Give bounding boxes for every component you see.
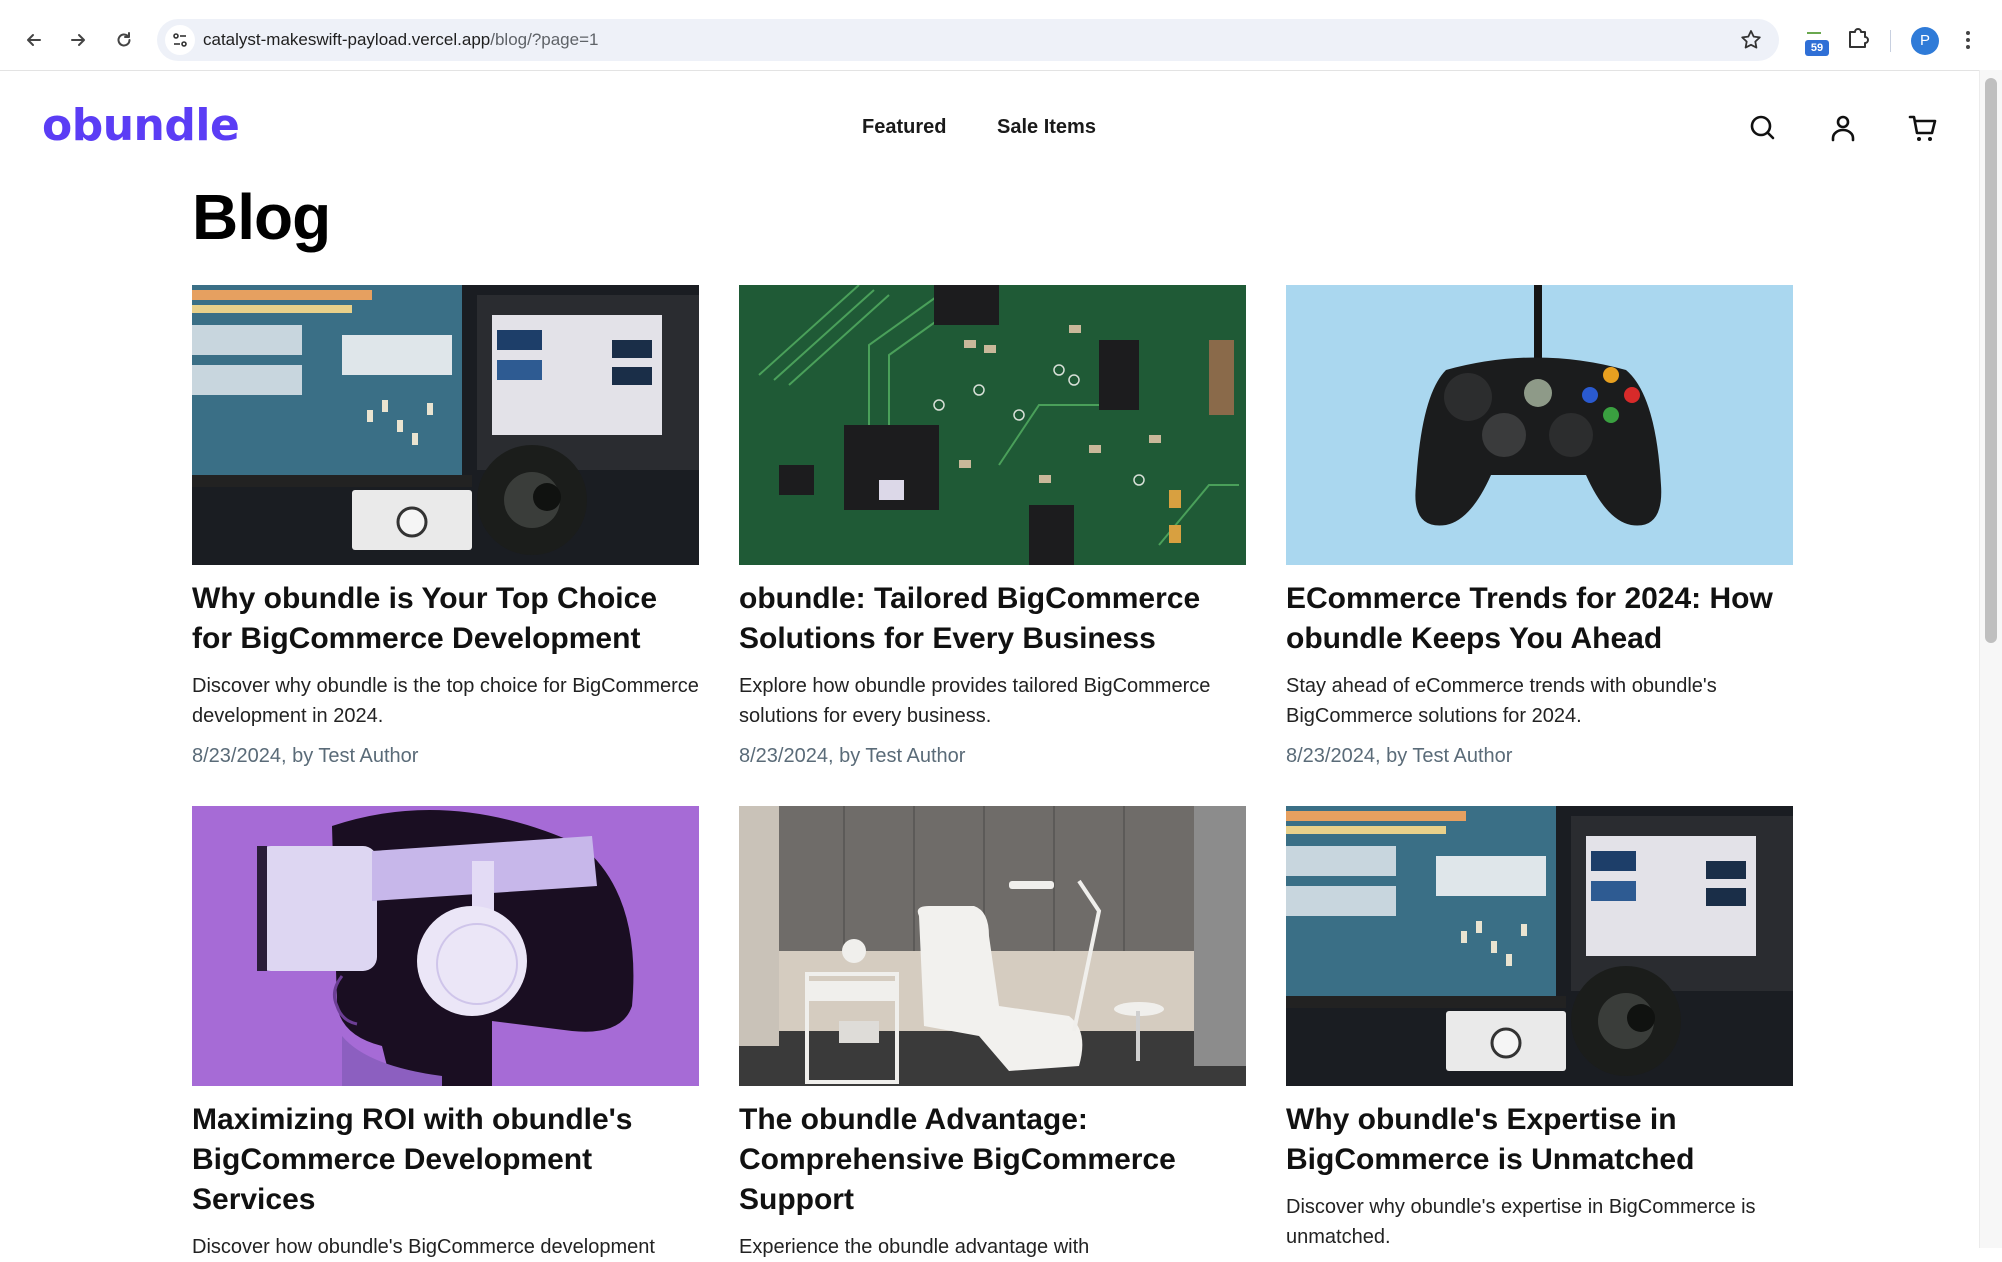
blog-card[interactable]: Maximizing ROI with obundle's BigCommerc…	[192, 806, 699, 1262]
account-icon[interactable]	[1827, 112, 1859, 144]
scrollbar-thumb[interactable]	[1985, 78, 1997, 643]
blog-card[interactable]: Why obundle's Expertise in BigCommerce i…	[1286, 806, 1793, 1252]
site-info-button[interactable]	[165, 25, 195, 55]
back-button[interactable]	[20, 26, 48, 54]
cart-icon[interactable]	[1907, 112, 1939, 144]
blog-card-excerpt: Explore how obundle provides tailored Bi…	[739, 675, 1211, 727]
site-logo[interactable]: obundle	[42, 100, 240, 151]
arrow-right-icon	[71, 34, 85, 46]
game-controller-photo-icon	[1286, 285, 1793, 565]
extensions-puzzle-icon[interactable]	[1845, 26, 1871, 52]
blog-card-title[interactable]: obundle: Tailored BigCommerce Solutions …	[739, 579, 1246, 659]
blog-card-excerpt: Discover why obundle's expertise in BigC…	[1286, 1196, 1756, 1248]
blog-card-image[interactable]	[192, 285, 699, 565]
blog-card-meta: 8/23/2024, by Test Author	[192, 745, 419, 767]
extension-badge-count: 59	[1805, 40, 1829, 56]
blog-card-image[interactable]	[1286, 806, 1793, 1086]
blog-card-title[interactable]: Why obundle's Expertise in BigCommerce i…	[1286, 1100, 1793, 1180]
blog-card-image[interactable]	[1286, 285, 1793, 565]
circuit-board-photo-icon	[739, 285, 1246, 565]
treatment-room-photo-icon	[739, 806, 1246, 1086]
blog-card-excerpt: Discover why obundle is the top choice f…	[192, 675, 699, 727]
blog-card-excerpt: Stay ahead of eCommerce trends with obun…	[1286, 675, 1717, 727]
address-bar[interactable]: catalyst-makeswift-payload.vercel.app/bl…	[157, 19, 1779, 61]
blog-card[interactable]: ECommerce Trends for 2024: How obundle K…	[1286, 285, 1793, 771]
blog-card-image[interactable]	[739, 285, 1246, 565]
toolbar-divider	[1890, 30, 1891, 52]
blog-card-title[interactable]: ECommerce Trends for 2024: How obundle K…	[1286, 579, 1793, 659]
blog-card-excerpt: Experience the obundle advantage with	[739, 1236, 1090, 1258]
calendar-icon	[1807, 32, 1821, 40]
browser-menu-icon[interactable]	[1964, 28, 1972, 54]
url-host: catalyst-makeswift-payload.vercel.app	[203, 30, 491, 49]
search-icon[interactable]	[1747, 112, 1779, 144]
blog-card[interactable]: Why obundle is Your Top Choice for BigCo…	[192, 285, 699, 771]
bookmark-star-icon[interactable]	[1739, 28, 1763, 52]
tune-icon	[173, 33, 187, 47]
vr-headset-photo-icon	[192, 806, 699, 1086]
profile-avatar[interactable]: P	[1911, 27, 1939, 55]
browser-toolbar: catalyst-makeswift-payload.vercel.app/bl…	[0, 0, 2002, 71]
blog-card[interactable]: obundle: Tailored BigCommerce Solutions …	[739, 285, 1246, 771]
url-text[interactable]: catalyst-makeswift-payload.vercel.app/bl…	[203, 30, 598, 50]
blog-card-image[interactable]	[192, 806, 699, 1086]
blog-card-excerpt: Discover how obundle's BigCommerce devel…	[192, 1236, 655, 1258]
extension-calendar-button[interactable]: 59	[1803, 30, 1829, 56]
blog-card-meta: 8/23/2024, by Test Author	[1286, 745, 1513, 767]
blog-card-image[interactable]	[739, 806, 1246, 1086]
page-title: Blog	[192, 181, 331, 253]
blog-card[interactable]: The obundle Advantage: Comprehensive Big…	[739, 806, 1246, 1262]
url-path: /blog/?page=1	[490, 30, 599, 49]
reload-button[interactable]	[110, 26, 138, 54]
forward-button[interactable]	[64, 26, 92, 54]
reload-icon	[117, 32, 131, 47]
nav-sale-items[interactable]: Sale Items	[997, 116, 1096, 139]
studio-photo-icon	[1286, 806, 1793, 1086]
blog-card-title[interactable]: The obundle Advantage: Comprehensive Big…	[739, 1100, 1246, 1220]
blog-card-title[interactable]: Why obundle is Your Top Choice for BigCo…	[192, 579, 699, 659]
page-scrollbar[interactable]	[1979, 70, 2002, 1248]
arrow-left-icon	[27, 34, 41, 46]
studio-photo-icon	[192, 285, 699, 565]
nav-featured[interactable]: Featured	[862, 116, 946, 139]
blog-card-title[interactable]: Maximizing ROI with obundle's BigCommerc…	[192, 1100, 699, 1220]
blog-card-meta: 8/23/2024, by Test Author	[739, 745, 966, 767]
